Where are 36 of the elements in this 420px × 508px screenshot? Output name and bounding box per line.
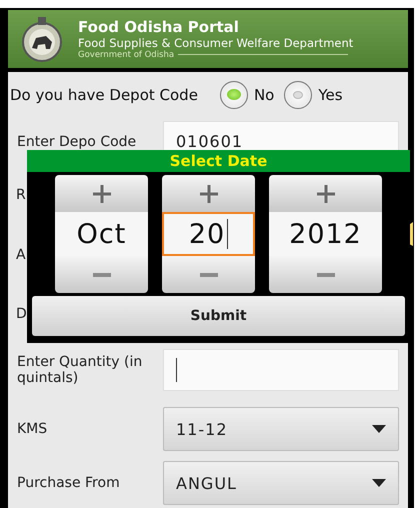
plus-icon: [200, 184, 218, 202]
field-label: Enter Quantity (in quintals): [17, 354, 142, 386]
date-value-field[interactable]: Oct: [55, 212, 148, 256]
increment-button[interactable]: [269, 175, 382, 212]
field-label: KMS: [17, 421, 48, 438]
field-label: R: [16, 186, 26, 203]
minus-icon: [92, 272, 110, 276]
dropdown[interactable]: ANGUL: [163, 461, 399, 506]
minus-icon: [316, 272, 334, 276]
decrement-button[interactable]: [55, 256, 148, 293]
field-label: D: [16, 306, 27, 322]
department-name: Food Supplies & Consumer Welfare Department: [78, 36, 354, 50]
government-name: Government of Odisha: [78, 50, 174, 60]
date-value-field[interactable]: 20: [162, 212, 255, 256]
minus-icon: [200, 272, 218, 276]
increment-button[interactable]: [55, 175, 148, 212]
input-field[interactable]: [163, 349, 399, 392]
field-label: Enter Depo Code: [17, 134, 136, 150]
field-label: A: [16, 246, 26, 263]
dropdown-arrow-icon: [372, 479, 386, 488]
plus-icon: [92, 184, 110, 202]
radio-button[interactable]: [284, 80, 312, 109]
field-label: Purchase From: [17, 475, 120, 492]
option-label[interactable]: Yes: [318, 86, 343, 104]
app-title: Food Odisha Portal: [78, 18, 240, 36]
question-label: Do you have Depot Code: [10, 86, 198, 104]
increment-button[interactable]: [162, 175, 255, 212]
option-label[interactable]: No: [254, 86, 274, 104]
date-value-field[interactable]: 2012: [269, 212, 382, 256]
decrement-button[interactable]: [162, 256, 255, 293]
dialog-title: Select Date: [27, 150, 410, 172]
radio-button[interactable]: [220, 80, 248, 109]
submit-button[interactable]: Submit: [32, 296, 405, 336]
dropdown-arrow-icon: [372, 425, 386, 434]
plus-icon: [316, 184, 334, 202]
dropdown[interactable]: 11-12: [163, 407, 399, 452]
